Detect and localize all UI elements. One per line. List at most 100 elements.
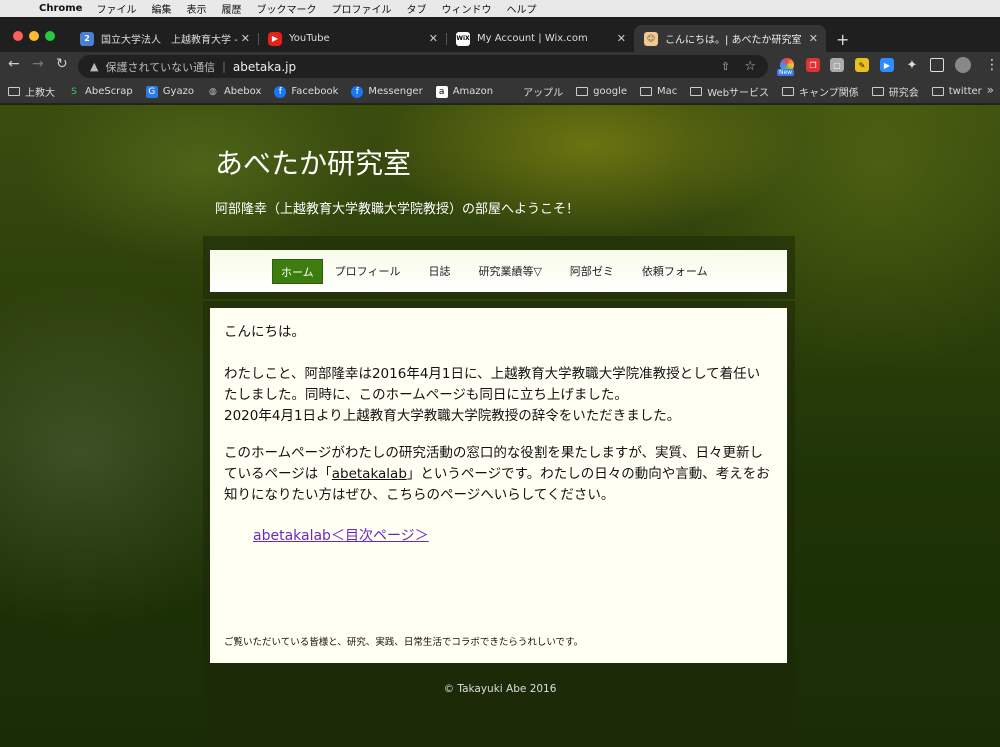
bookmark-research-group[interactable]: 研究会 [871,84,919,99]
security-status[interactable]: 保護されていない通信 [105,59,215,75]
bookmark-label: twitter [948,86,982,97]
tab-title: こんにちは。| あべたか研究室 [665,35,802,46]
close-tab-icon[interactable]: ✕ [809,32,818,45]
close-tab-icon[interactable]: ✕ [429,32,438,45]
close-tab-icon[interactable]: ✕ [241,32,250,45]
bookmark-facebook[interactable]: f Facebook [274,85,339,98]
profile-avatar[interactable] [955,57,971,73]
bookmark-star-icon[interactable]: ☆ [744,59,756,74]
globe-icon: ◍ [209,86,217,97]
extension-red-icon[interactable]: ❐ [806,58,820,72]
folder-icon [871,87,884,96]
back-arrow-icon[interactable]: ← [8,56,20,72]
tab-joetsu-university[interactable]: 2 国立大学法人 上越教育大学 - カ ✕ [70,25,259,52]
bookmark-abebox[interactable]: ◍ Abebox [207,86,261,98]
bookmark-label: Webサービス [707,88,770,99]
bookmark-web-services[interactable]: Webサービス [690,84,769,99]
menu-edit[interactable]: 編集 [151,1,171,16]
tab-abetaka-active[interactable]: ☺ こんにちは。| あべたか研究室 ✕ [634,25,826,52]
browser-toolbar: ← → ↻ ▲ 保護されていない通信 | abetaka.jp ⇧ ☆ New … [0,52,1000,80]
menu-view[interactable]: 表示 [186,1,206,16]
bookmark-amazon[interactable]: a Amazon [435,85,494,98]
nav-research[interactable]: 研究業績等▽ [470,259,549,284]
nav-request-form[interactable]: 依頼フォーム [634,259,716,284]
menu-file[interactable]: ファイル [96,1,136,16]
address-bar[interactable]: ▲ 保護されていない通信 | abetaka.jp ⇧ ☆ [78,55,768,78]
bookmark-label: Abebox [223,86,262,97]
tab-title: YouTube [289,33,330,44]
abetakalab-link[interactable]: abetakalab [332,466,407,482]
zoom-extension-icon[interactable]: ▶ [880,58,894,72]
zoom-window-icon[interactable] [45,31,55,41]
menu-help[interactable]: ヘルプ [506,1,536,16]
bookmark-label: google [593,86,627,97]
extension-gray-icon[interactable]: ▢ [830,58,844,72]
bookmark-abescrap[interactable]: S AbeScrap [68,86,133,98]
bookmark-google[interactable]: google [576,86,627,97]
menu-profiles[interactable]: プロファイル [331,1,391,16]
folder-icon [639,87,652,96]
bookmark-messenger[interactable]: f Messenger [351,85,423,98]
bookmark-twitter[interactable]: twitter [931,86,982,97]
tab-title: 国立大学法人 上越教育大学 - カ [101,35,241,46]
url-text[interactable]: abetaka.jp [233,60,296,74]
bookmark-mac[interactable]: Mac [639,86,677,97]
bookmark-label: Messenger [368,86,423,97]
folder-icon [690,87,703,96]
scrapbox-icon: S [71,86,77,97]
amazon-icon: a [435,85,448,98]
bookmark-label: Amazon [452,86,494,97]
new-tab-icon[interactable]: + [836,30,849,49]
tab-youtube[interactable]: ▶ YouTube ✕ [258,25,447,52]
chevron-more-icon[interactable]: » [987,83,994,97]
menu-bookmarks[interactable]: ブックマーク [256,1,316,16]
bookmark-camping[interactable]: キャンプ関係 [782,84,859,99]
web-page: あべたか研究室 阿部隆幸（上越教育大学教職大学院教授）の部屋へようこそ！ ホーム… [0,105,1000,747]
nav-profile[interactable]: プロフィール [327,259,409,284]
facebook-icon: f [351,85,364,98]
bookmark-label: アップル [523,88,564,99]
minimize-window-icon[interactable] [29,31,39,41]
menu-history[interactable]: 履歴 [221,1,241,16]
youtube-favicon-icon: ▶ [268,31,282,46]
folder-icon [782,87,795,96]
site-title[interactable]: あべたか研究室 [215,142,411,182]
nav-diary[interactable]: 日誌 [420,259,458,284]
menubar-app-name[interactable]: Chrome [39,3,82,14]
sidebar-toggle-icon[interactable] [930,58,944,72]
menu-window[interactable]: ウィンドウ [441,1,491,16]
reload-icon[interactable]: ↻ [56,56,68,72]
bookmark-jouetsu[interactable]: 上教大 [8,84,55,99]
bookmark-gyazo[interactable]: G Gyazo [145,85,194,98]
bookmark-apple[interactable]: アップル [506,84,563,99]
folder-icon [8,87,20,96]
nav-abe-seminar[interactable]: 阿部ゼミ [562,259,622,284]
abetakalab-paragraph: このホームページがわたしの研究活動の窓口的な役割を果たしますが、実質、日々更新し… [224,443,773,506]
tab-title: My Account | Wix.com [477,33,588,44]
bookmark-label: キャンプ関係 [799,88,859,99]
chrome-menu-icon[interactable]: ⋮ [985,57,999,73]
bookmark-label: Facebook [291,86,339,97]
greeting: こんにちは。 [224,324,305,340]
site-navigation: ホーム プロフィール 日誌 研究業績等▽ 阿部ゼミ 依頼フォーム [210,250,787,292]
close-tab-icon[interactable]: ✕ [617,32,626,45]
forward-arrow-icon[interactable]: → [32,56,44,72]
menu-tab[interactable]: タブ [406,1,426,16]
bookmark-label: 研究会 [888,88,919,99]
folder-icon [931,87,944,96]
footer-note: ご覧いただいている皆様と、研究、実践、日常生活でコラボできたらうれしいです。 [224,637,584,648]
close-window-icon[interactable] [13,31,23,41]
share-icon[interactable]: ⇧ [721,60,730,73]
tab-wix[interactable]: WiX My Account | Wix.com ✕ [446,25,634,52]
tab-strip: 2 国立大学法人 上越教育大学 - カ ✕ ▶ YouTube ✕ WiX My… [0,17,1000,52]
extension-yellow-icon[interactable]: ✎ [855,58,869,72]
warning-icon[interactable]: ▲ [90,60,98,73]
apple-icon [506,86,518,98]
intro-paragraph-line1: わたしこと、阿部隆幸は2016年4月1日に、上越教育大学教職大学院准教授として着… [224,366,761,403]
bookmarks-bar: 上教大 S AbeScrap G Gyazo ◍ Abebox f Facebook f… [0,80,1000,104]
abetakalab-toc-link[interactable]: abetakalab＜目次ページ＞ [253,525,429,545]
extensions-puzzle-icon[interactable]: ✦ [905,58,919,73]
copyright: © Takayuki Abe 2016 [443,683,557,695]
nav-home[interactable]: ホーム [272,258,323,284]
address-divider: | [222,60,226,73]
